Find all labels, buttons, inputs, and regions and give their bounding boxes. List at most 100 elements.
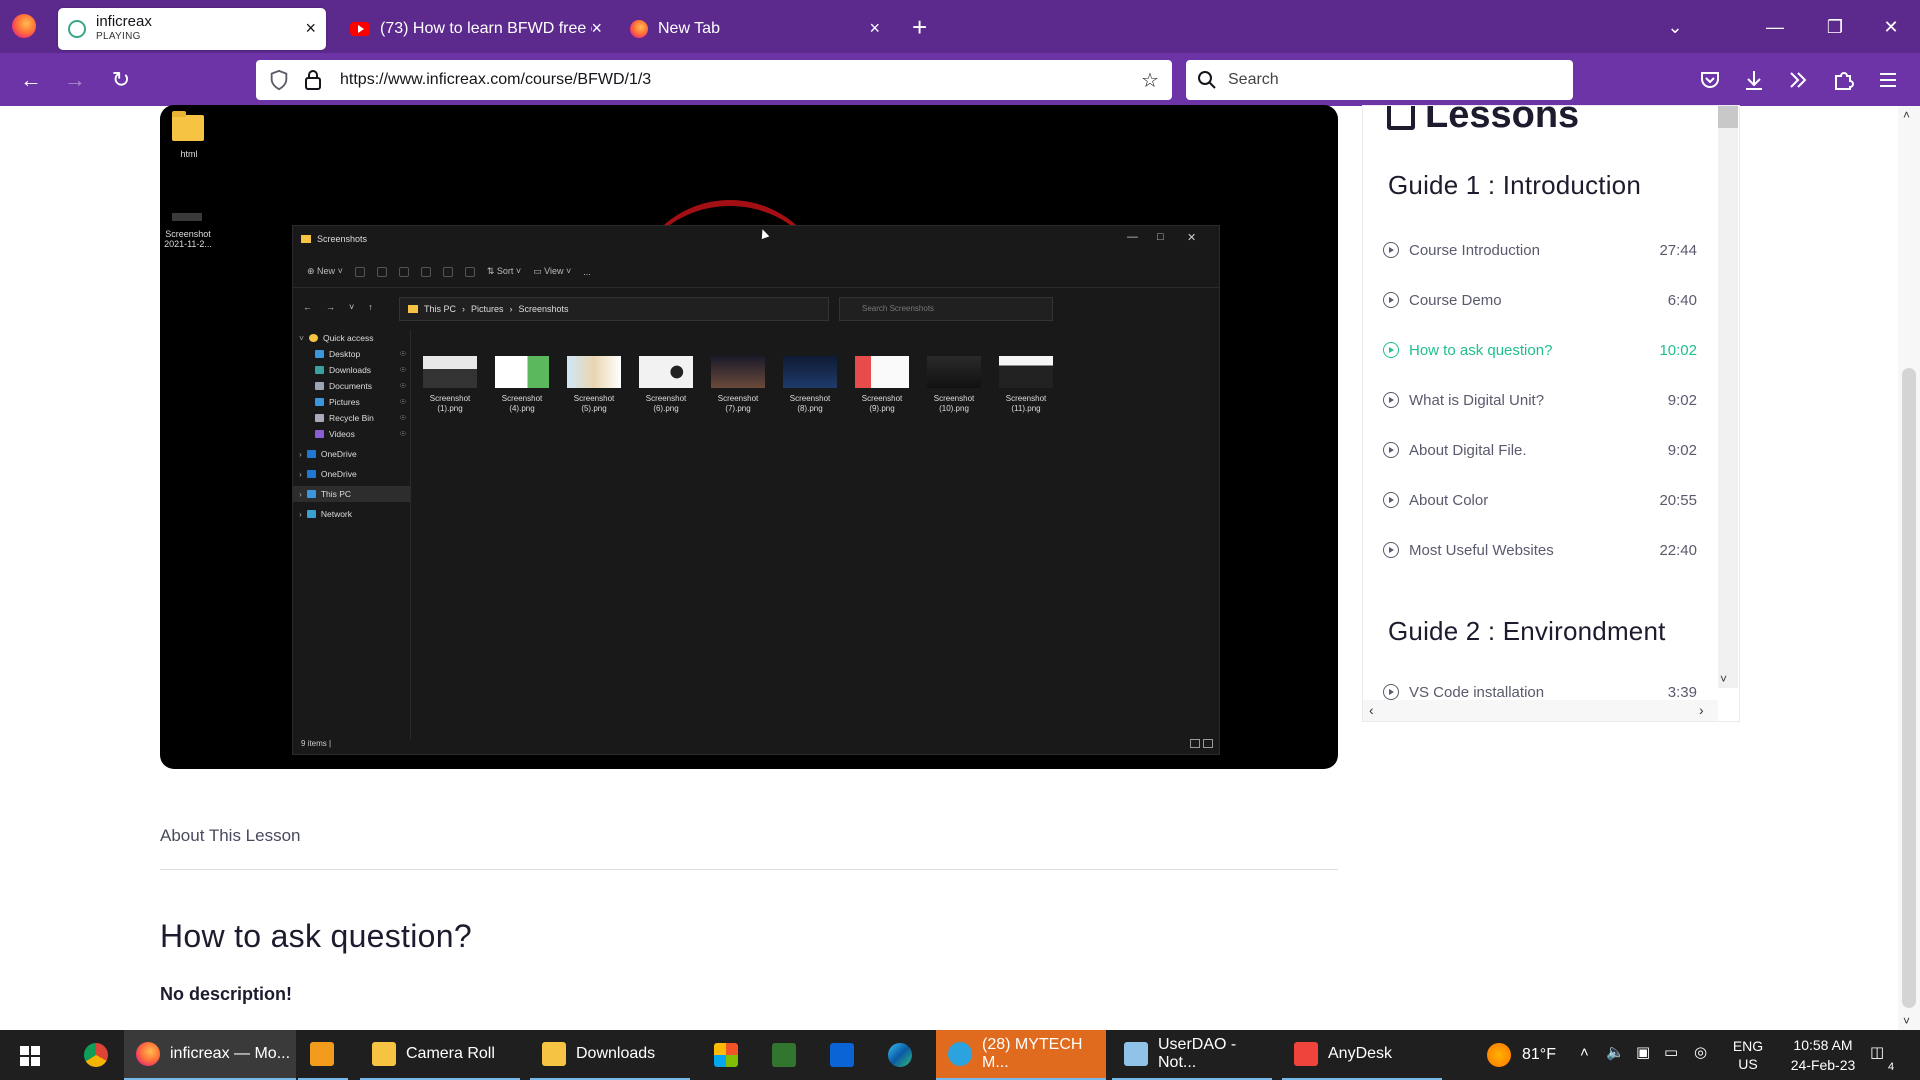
search-bar[interactable] bbox=[1186, 60, 1573, 100]
browser-nav-bar: ← → ↻ https://www.inficreax.com/course/B… bbox=[0, 53, 1920, 106]
scroll-down-arrow-icon[interactable]: ˅ bbox=[1720, 672, 1727, 686]
minimize-button[interactable]: — bbox=[1760, 12, 1790, 42]
play-circle-icon bbox=[1383, 342, 1399, 358]
lesson-item[interactable]: What is Digital Unit? 9:02 bbox=[1383, 388, 1697, 412]
lock-icon[interactable] bbox=[304, 70, 322, 90]
taskbar-telegram[interactable]: (28) MYTECH M... bbox=[936, 1030, 1106, 1080]
scroll-right-arrow-icon[interactable]: › bbox=[1699, 702, 1704, 718]
search-input[interactable] bbox=[1228, 71, 1573, 89]
close-window-button[interactable]: ✕ bbox=[1876, 12, 1906, 42]
weather-sun-icon[interactable] bbox=[1487, 1043, 1511, 1067]
clock-date[interactable]: 24-Feb-23 bbox=[1778, 1056, 1868, 1074]
downloads-icon[interactable] bbox=[1740, 66, 1768, 94]
file-thumbnail: Screenshot (5).png bbox=[567, 356, 621, 414]
scroll-up-arrow-icon[interactable]: ˄ bbox=[1903, 108, 1910, 122]
lessons-horizontal-scrollbar[interactable]: ‹ › bbox=[1363, 700, 1718, 721]
firefox-menu-icon[interactable] bbox=[12, 14, 36, 38]
hamburger-menu-icon[interactable] bbox=[1874, 66, 1902, 94]
windows-start-icon[interactable] bbox=[20, 1046, 40, 1066]
extensions-puzzle-icon[interactable] bbox=[1830, 66, 1858, 94]
taskbar-notepad[interactable]: UserDAO - Not... bbox=[1112, 1030, 1272, 1080]
sidebar-item-this-pc: › This PC bbox=[293, 486, 410, 502]
back-button[interactable]: ← bbox=[16, 65, 46, 95]
forward-button[interactable]: → bbox=[60, 65, 90, 95]
taskbar-media-player[interactable] bbox=[298, 1030, 348, 1080]
lessons-vertical-scrollbar[interactable]: ˅ bbox=[1718, 106, 1738, 688]
tab-close-icon[interactable]: × bbox=[591, 18, 602, 38]
taskbar-firefox[interactable]: inficreax — Mo... bbox=[124, 1030, 296, 1080]
section-divider bbox=[160, 869, 1338, 870]
bookmark-star-icon[interactable]: ☆ bbox=[1138, 68, 1162, 93]
scrollbar-thumb[interactable] bbox=[1718, 106, 1738, 128]
youtube-favicon-icon bbox=[350, 22, 370, 36]
media-player-icon bbox=[310, 1042, 334, 1066]
taskbar-chrome[interactable] bbox=[72, 1030, 122, 1080]
tab-youtube[interactable]: (73) How to learn BFWD free co × bbox=[340, 8, 610, 50]
taskbar-store[interactable] bbox=[702, 1030, 752, 1080]
camera-tray-icon[interactable]: ▣ bbox=[1636, 1044, 1650, 1062]
battery-icon[interactable]: ▭ bbox=[1664, 1044, 1678, 1062]
tracking-protection-shield-icon[interactable] bbox=[268, 69, 290, 91]
new-tab-button[interactable]: + bbox=[912, 12, 927, 42]
file-thumbnail: Screenshot (9).png bbox=[855, 356, 909, 414]
weather-temperature[interactable]: 81°F bbox=[1522, 1046, 1556, 1064]
file-thumbnail: Screenshot (7).png bbox=[711, 356, 765, 414]
lesson-item[interactable]: About Color 20:55 bbox=[1383, 488, 1697, 512]
more-tools-chevron-icon[interactable] bbox=[1784, 66, 1812, 94]
list-all-tabs-icon[interactable]: ⌄ bbox=[1660, 12, 1690, 42]
mail-icon bbox=[830, 1043, 854, 1067]
tab-close-icon[interactable]: × bbox=[869, 18, 880, 38]
sidebar-item-pictures: Pictures ☉ bbox=[293, 394, 410, 410]
explorer-minimize-icon: — bbox=[1127, 231, 1138, 243]
language-indicator[interactable]: ENG US bbox=[1728, 1037, 1768, 1073]
search-icon bbox=[1198, 71, 1216, 89]
file-explorer-window: Screenshots — □ ✕ ⊕ New ˅ ⇅ Sort ˅ ▭ Vie… bbox=[292, 225, 1220, 755]
folder-download-icon bbox=[542, 1042, 566, 1066]
lesson-item[interactable]: Course Introduction 27:44 bbox=[1383, 238, 1697, 262]
pocket-icon[interactable] bbox=[1696, 66, 1724, 94]
desktop-screenshot-icon bbox=[172, 213, 202, 221]
see-more-icon: ... bbox=[583, 266, 591, 277]
scroll-left-arrow-icon[interactable]: ‹ bbox=[1369, 702, 1374, 718]
anydesk-icon bbox=[1294, 1042, 1318, 1066]
tab-close-icon[interactable]: × bbox=[305, 18, 316, 38]
page-scrollbar-thumb[interactable] bbox=[1902, 368, 1916, 1008]
address-bar[interactable]: https://www.inficreax.com/course/BFWD/1/… bbox=[256, 60, 1172, 100]
file-thumbnail: Screenshot (6).png bbox=[639, 356, 693, 414]
explorer-close-icon: ✕ bbox=[1187, 232, 1197, 244]
cut-icon bbox=[354, 266, 365, 277]
taskbar-camera-roll[interactable]: Camera Roll bbox=[360, 1030, 520, 1080]
lesson-item[interactable]: Most Useful Websites 22:40 bbox=[1383, 538, 1697, 562]
explorer-search-box: Search Screenshots bbox=[839, 297, 1053, 321]
notification-count-badge: 4 bbox=[1888, 1061, 1895, 1073]
windows-taskbar: inficreax — Mo... Camera Roll Downloads … bbox=[0, 1030, 1920, 1080]
scroll-down-arrow-icon[interactable]: ˅ bbox=[1903, 1014, 1910, 1028]
lesson-item-active[interactable]: How to ask question? 10:02 bbox=[1383, 338, 1697, 362]
explorer-sidebar: ˅ Quick access Desktop ☉ Downloads ☉ Docume… bbox=[293, 330, 411, 740]
lesson-item[interactable]: About Digital File. 9:02 bbox=[1383, 438, 1697, 462]
page-scrollbar[interactable]: ˄ ˅ bbox=[1898, 106, 1920, 1030]
restore-button[interactable]: ❐ bbox=[1820, 12, 1850, 42]
explorer-title-bar: Screenshots bbox=[301, 232, 367, 246]
url-text[interactable]: https://www.inficreax.com/course/BFWD/1/… bbox=[340, 71, 1138, 89]
explorer-nav-arrows: ← → ˅ ↑ bbox=[303, 302, 373, 312]
lesson-item[interactable]: Course Demo 6:40 bbox=[1383, 288, 1697, 312]
clock-time[interactable]: 10:58 AM bbox=[1778, 1036, 1868, 1054]
taskbar-anydesk[interactable]: AnyDesk bbox=[1282, 1030, 1442, 1080]
lesson-video-player[interactable]: html Screenshot 2021-11-2... Screenshots… bbox=[160, 105, 1338, 769]
show-hidden-icons-icon[interactable]: ˄ bbox=[1580, 1044, 1589, 1062]
taskbar-edge[interactable] bbox=[876, 1030, 926, 1080]
taskbar-project[interactable] bbox=[760, 1030, 810, 1080]
tab-inficreax[interactable]: inficreax PLAYING × bbox=[58, 8, 326, 50]
ms-project-icon bbox=[772, 1043, 796, 1067]
play-circle-icon bbox=[1383, 542, 1399, 558]
taskbar-mail[interactable] bbox=[818, 1030, 868, 1080]
taskbar-downloads[interactable]: Downloads bbox=[530, 1030, 690, 1080]
tab-new-tab[interactable]: New Tab × bbox=[620, 8, 890, 50]
about-this-lesson-tab[interactable]: About This Lesson bbox=[160, 826, 301, 846]
volume-icon[interactable]: 🔈 bbox=[1606, 1044, 1625, 1062]
wifi-icon[interactable]: ◎ bbox=[1694, 1044, 1707, 1062]
notifications-icon[interactable]: ◫ bbox=[1870, 1044, 1884, 1062]
sidebar-item-downloads: Downloads ☉ bbox=[293, 362, 410, 378]
reload-button[interactable]: ↻ bbox=[106, 65, 136, 95]
